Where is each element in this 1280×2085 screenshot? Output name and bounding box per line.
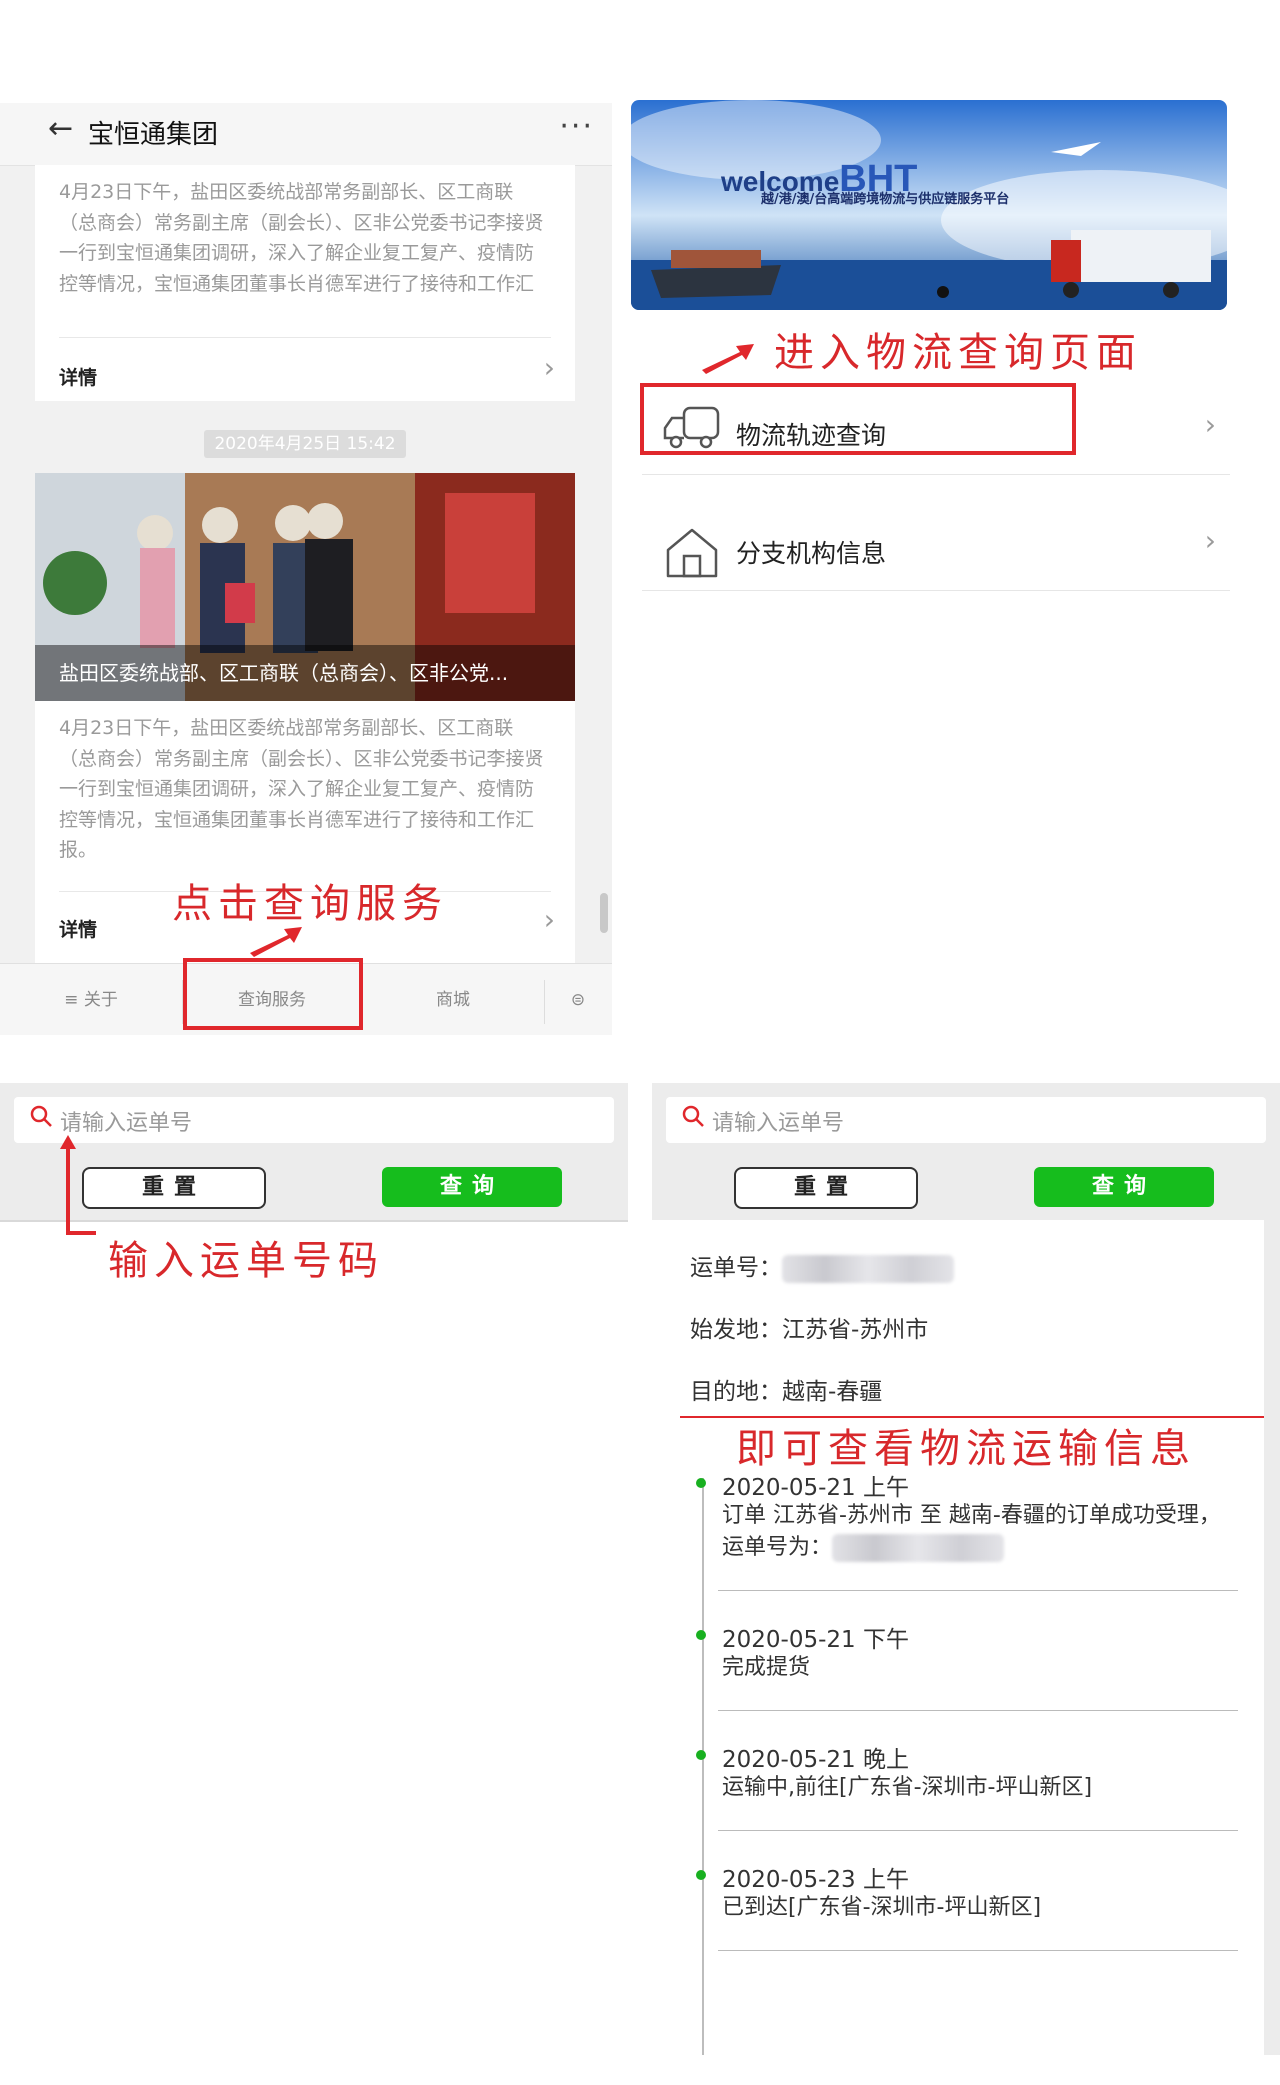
waybill-label: 运单号：	[690, 1255, 782, 1281]
divider	[718, 1950, 1238, 1951]
annotation-input-number: 输入运单号码	[108, 1238, 384, 1284]
timeline-dot	[696, 1630, 706, 1640]
highlight-box	[183, 958, 363, 1030]
timeline-event: 2020-05-23 上午 已到达[广东省-深圳市-坪山新区]	[690, 1860, 1250, 1940]
timeline-dot	[696, 1478, 706, 1488]
red-pointer-icon	[60, 1135, 96, 1235]
tab-mall[interactable]: 商城	[362, 964, 544, 1035]
destination-row: 目的地：越南-春疆	[690, 1379, 883, 1405]
menu-item-branches[interactable]: 分支机构信息 ›	[642, 474, 1230, 591]
query-button[interactable]: 查询	[1034, 1167, 1214, 1207]
article-photo[interactable]: 盐田区委统战部、区工商联（总商会）、区非公党...	[35, 473, 575, 701]
menu-lines-icon: ≡	[64, 990, 84, 1010]
event-desc: 完成提货	[722, 1655, 811, 1680]
search-input[interactable]: 请输入运单号	[712, 1105, 844, 1137]
event-desc: 运输中,前往[广东省-深圳市-坪山新区]	[722, 1775, 1093, 1800]
scrollbar-thumb[interactable]	[600, 893, 608, 933]
article-excerpt: 4月23日下午，盐田区委统战部常务副部长、区工商联（总商会）常务副主席（副会长）…	[59, 181, 544, 295]
annotation-view-info: 即可查看物流运输信息	[736, 1426, 1196, 1472]
event-time: 2020-05-21 晚上	[722, 1747, 909, 1773]
highlight-box	[640, 383, 1076, 455]
divider	[718, 1590, 1238, 1591]
origin-row: 始发地：江苏省-苏州市	[690, 1317, 929, 1343]
timeline-event: 2020-05-21 晚上 运输中,前往[广东省-深圳市-坪山新区]	[690, 1740, 1250, 1820]
chevron-right-icon: ›	[543, 351, 555, 384]
search-bar[interactable]: 请输入运单号	[666, 1097, 1266, 1143]
welcome-banner[interactable]: welcomeBHT 越/港/澳/台高端跨境物流与供应链服务平台	[631, 100, 1227, 310]
reset-button[interactable]: 重置	[82, 1167, 266, 1209]
page-title: 宝恒通集团	[88, 120, 219, 150]
divider	[59, 337, 551, 338]
article-card[interactable]: 4月23日下午，盐田区委统战部常务副部长、区工商联（总商会）常务副主席（副会长）…	[35, 165, 575, 401]
detail-link[interactable]: 详情	[59, 915, 97, 942]
message-timestamp: 2020年4月25日 15:42	[204, 430, 406, 458]
search-icon	[682, 1105, 704, 1127]
blurred-waybill-number	[782, 1254, 954, 1283]
red-arrow-icon	[250, 927, 302, 957]
event-desc: 已到达[广东省-深圳市-坪山新区]	[722, 1895, 1042, 1920]
divider	[718, 1710, 1238, 1711]
article-excerpt: 4月23日下午，盐田区委统战部常务副部长、区工商联（总商会）常务副主席（副会长）…	[59, 717, 544, 861]
home-icon	[666, 528, 718, 578]
blurred-waybill-number	[832, 1534, 1005, 1562]
reset-button[interactable]: 重置	[734, 1167, 918, 1209]
search-bar[interactable]: 请输入运单号	[14, 1097, 614, 1143]
back-arrow-icon[interactable]: ←	[48, 111, 73, 146]
event-time: 2020-05-23 上午	[722, 1867, 909, 1893]
chevron-right-icon: ›	[543, 903, 555, 936]
event-time: 2020-05-21 下午	[722, 1627, 909, 1653]
wechat-article-panel: ← 宝恒通集团 ··· 4月23日下午，盐田区委统战部常务副部长、区工商联（总商…	[0, 103, 612, 1035]
timeline-dot	[696, 1750, 706, 1760]
event-time: 2020-05-21 上午	[722, 1475, 909, 1501]
chevron-right-icon: ›	[1204, 524, 1216, 557]
annotation-click-query: 点击查询服务	[172, 881, 448, 927]
bottom-menu-bar: ≡ 关于 查询服务 商城 ⊜	[0, 958, 612, 1035]
photo-caption: 盐田区委统战部、区工商联（总商会）、区非公党...	[35, 645, 575, 701]
divider	[718, 1830, 1238, 1831]
banner-subtitle: 越/港/澳/台高端跨境物流与供应链服务平台	[761, 192, 1010, 207]
result-body: 运单号： 始发地：江苏省-苏州市 目的地：越南-春疆 即可查看物流运输信息 20…	[652, 1220, 1264, 2055]
timeline-dot	[696, 1870, 706, 1880]
menu-item-label: 分支机构信息	[736, 539, 887, 568]
more-menu-icon[interactable]: ···	[559, 109, 594, 144]
search-icon	[30, 1105, 52, 1127]
waybill-number-row: 运单号：	[690, 1248, 954, 1283]
chevron-right-icon: ›	[1204, 408, 1216, 441]
carousel-dot[interactable]	[937, 286, 949, 298]
event-desc: 订单 江苏省-苏州市 至 越南-春疆的订单成功受理，运单号为：	[722, 1503, 1221, 1562]
detail-link[interactable]: 详情	[59, 363, 97, 390]
wechat-nav-bar: ← 宝恒通集团 ···	[0, 103, 612, 166]
keyboard-icon[interactable]: ⊜	[544, 964, 612, 1035]
tab-about[interactable]: ≡ 关于	[0, 964, 182, 1035]
timeline-event: 2020-05-21 下午 完成提货	[690, 1620, 1250, 1700]
timeline-event: 2020-05-21 上午 订单 江苏省-苏州市 至 越南-春疆的订单成功受理，…	[690, 1468, 1250, 1608]
query-button[interactable]: 查询	[382, 1167, 562, 1207]
service-menu-panel: welcomeBHT 越/港/澳/台高端跨境物流与供应链服务平台 进入物流查询页…	[616, 98, 1280, 698]
result-panel: 请输入运单号 重置 查询 运单号： 始发地：江苏省-苏州市 目的地：越南-春疆 …	[652, 1083, 1280, 2055]
